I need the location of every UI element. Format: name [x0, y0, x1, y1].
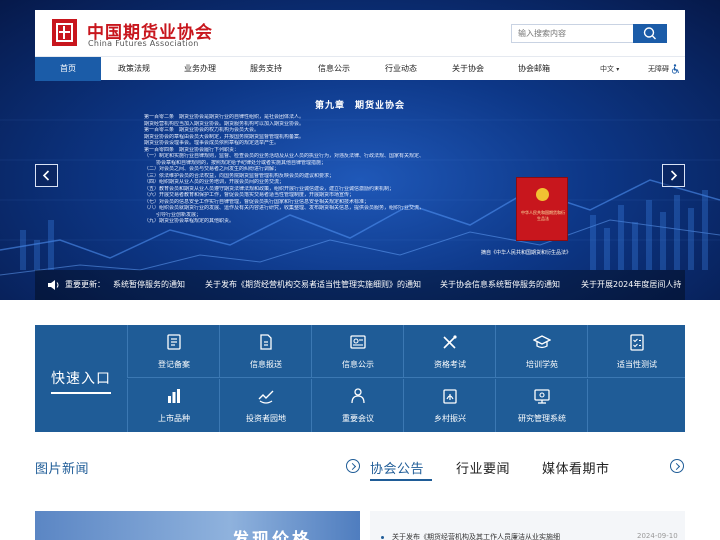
photo-news-image[interactable]: 发现价格 — [35, 511, 360, 540]
accessibility-link[interactable]: 无障碍 — [648, 57, 680, 81]
slide-title: 第九章 期货业协会 — [314, 101, 405, 111]
bar-chart-icon — [168, 389, 180, 403]
slide-caption: 摘自《中华人民共和国期货和衍生品法》 — [481, 250, 572, 256]
ticker-item[interactable]: 关于发布《期货经营机构交易者适当性管理实施细则》的通知 — [205, 270, 421, 300]
slide-line: （九）期货业协会章程规定的其他职责。 — [144, 218, 235, 224]
site-header: 中国期货业协会 China Futures Association — [35, 10, 685, 56]
notice-date: 2024-09-10 — [637, 532, 678, 540]
cfa-logo-icon[interactable] — [52, 19, 77, 46]
exam-icon — [443, 335, 457, 349]
tab-association-notice[interactable]: 协会公告 — [370, 458, 424, 477]
ticker-item[interactable]: 关于开展2024年度居间人持 — [581, 270, 681, 300]
quick-item-label: 研究管理系统 — [518, 414, 566, 423]
tab-media-view[interactable]: 媒体看期市 — [542, 458, 610, 477]
nav-item-policy[interactable]: 政策法规 — [101, 57, 167, 81]
nav-item-about[interactable]: 关于协会 — [435, 57, 501, 81]
nav-item-support[interactable]: 服务支持 — [233, 57, 299, 81]
quick-item-listed-products[interactable]: 上市品种 — [127, 379, 219, 432]
photo-news-more-icon[interactable] — [346, 459, 360, 473]
quick-item-rural-revitalization[interactable]: 乡村振兴 — [403, 379, 495, 432]
notice-more-icon[interactable] — [670, 459, 684, 473]
tab-industry-news[interactable]: 行业要闻 — [456, 458, 510, 477]
nav-item-disclosure[interactable]: 信息公示 — [301, 57, 367, 81]
language-select[interactable]: 中文 ▾ — [600, 57, 619, 81]
section-title-photo-news[interactable]: 图片新闻 — [35, 458, 89, 477]
divider — [51, 392, 111, 394]
quick-item-research-system[interactable]: 研究管理系统 — [495, 379, 587, 432]
nav-item-home[interactable]: 首页 — [35, 57, 101, 81]
news-ticker: 重要更新： 系统暂停服务的通知 关于发布《期货经营机构交易者适当性管理实施细则》… — [35, 270, 685, 300]
quick-item-report[interactable]: 信息报送 — [219, 325, 311, 378]
quick-item-register[interactable]: 登记备案 — [127, 325, 219, 378]
notice-list-item[interactable]: 关于发布《期货经营机构及其工作人员廉洁从业实施细 2024-09-10 — [370, 511, 685, 540]
law-book-image: 中华人民共和国期货和衍生品法 — [516, 177, 568, 241]
quick-item-label: 信息报送 — [250, 360, 282, 369]
monitor-icon — [534, 389, 550, 404]
photo-news-banner-text: 发现价格 — [232, 530, 312, 540]
main-nav: 首页 政策法规 业务办理 服务支持 信息公示 行业动态 关于协会 协会邮箱 中文… — [35, 56, 685, 81]
notice-title: 关于发布《期货经营机构及其工作人员廉洁从业实施细 — [392, 533, 560, 540]
ticker-label: 重要更新： — [65, 280, 105, 289]
quick-item-info-publish[interactable]: 信息公示 — [311, 325, 403, 378]
carousel-prev-button[interactable] — [35, 164, 58, 187]
nav-item-mailbox[interactable]: 协会邮箱 — [501, 57, 567, 81]
quick-item-suitability-test[interactable]: 适当性测试 — [587, 325, 685, 378]
carousel-next-button[interactable] — [662, 164, 685, 187]
meeting-icon — [351, 388, 365, 404]
quick-item-label: 乡村振兴 — [434, 414, 466, 423]
search-icon — [643, 27, 656, 40]
register-icon — [167, 334, 181, 350]
accessibility-label: 无障碍 — [648, 65, 669, 73]
slide-text: 第一百零二条 期货业协会是期货行业的自律性组织，是社会团体法人。 期货经营机构应… — [144, 114, 544, 225]
village-icon — [443, 389, 457, 404]
quick-item-label: 投资者园地 — [246, 414, 286, 423]
quick-item-meetings[interactable]: 重要会议 — [311, 379, 403, 432]
ticker-item[interactable]: 关于协会信息系统暂停服务的通知 — [440, 270, 560, 300]
active-tab-indicator — [370, 479, 432, 481]
national-emblem-icon — [536, 188, 549, 201]
quick-item-exam[interactable]: 资格考试 — [403, 325, 495, 378]
quick-item-training[interactable]: 培训学苑 — [495, 325, 587, 378]
quick-item-label: 培训学苑 — [526, 360, 558, 369]
info-publish-icon — [350, 335, 366, 349]
quick-item-label: 资格考试 — [434, 360, 466, 369]
speaker-icon — [48, 280, 59, 290]
training-icon — [533, 335, 551, 349]
quick-item-label: 信息公示 — [342, 360, 374, 369]
quick-entry-title: 快速入口 — [51, 371, 111, 387]
quick-item-label: 重要会议 — [342, 414, 374, 423]
checklist-icon — [630, 334, 644, 351]
investor-icon — [258, 390, 274, 404]
logo-title-en: China Futures Association — [88, 39, 199, 48]
report-icon — [260, 334, 272, 350]
law-book-title: 中华人民共和国期货和衍生品法 — [521, 210, 565, 221]
language-label: 中文 — [600, 65, 614, 73]
search-button[interactable] — [633, 24, 667, 43]
nav-item-business[interactable]: 业务办理 — [167, 57, 233, 81]
quick-item-label: 登记备案 — [158, 360, 190, 369]
quick-entry-heading: 快速入口 — [35, 325, 127, 432]
chevron-right-icon — [670, 170, 678, 181]
quick-item-investor-garden[interactable]: 投资者园地 — [219, 379, 311, 432]
quick-entry-panel: 快速入口 登记备案 信息报送 信息公示 资格考试 培训学苑 适当性测试 上市品种… — [35, 325, 685, 432]
quick-item-label: 上市品种 — [158, 414, 190, 423]
chevron-left-icon — [42, 170, 50, 181]
ticker-item[interactable]: 系统暂停服务的通知 — [113, 270, 185, 300]
search-input[interactable] — [511, 24, 634, 43]
quick-item-empty — [587, 379, 685, 432]
chevron-down-icon: ▾ — [616, 66, 620, 73]
nav-item-industry[interactable]: 行业动态 — [368, 57, 434, 81]
quick-item-label: 适当性测试 — [617, 360, 657, 369]
wheelchair-icon — [672, 64, 680, 74]
